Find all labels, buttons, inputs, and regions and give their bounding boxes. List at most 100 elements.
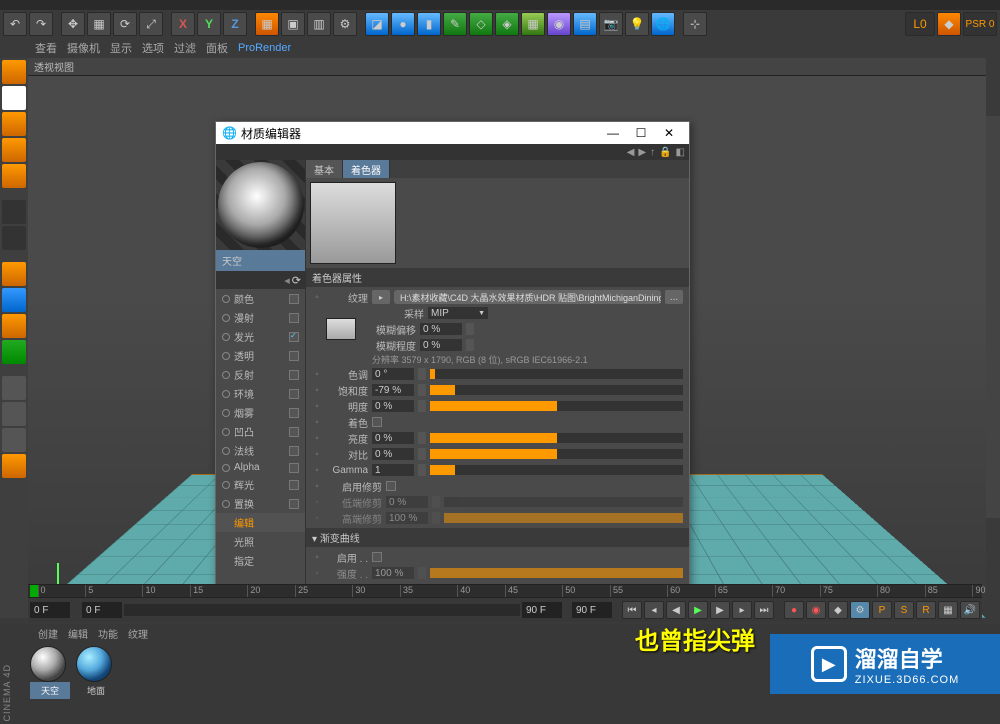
prev-key-button[interactable]: ◂ bbox=[644, 601, 664, 619]
channel-reflection[interactable]: 反射 bbox=[216, 365, 305, 384]
cube-icon[interactable]: ▦ bbox=[255, 12, 279, 36]
close-button[interactable]: ✕ bbox=[655, 123, 683, 143]
quantize-button[interactable] bbox=[2, 428, 26, 452]
hue-slider[interactable] bbox=[430, 369, 683, 379]
texture-menu-button[interactable]: ▸ bbox=[372, 290, 390, 304]
keyframe-button[interactable]: ◆ bbox=[828, 601, 848, 619]
render-view-button[interactable]: ▣ bbox=[281, 12, 305, 36]
sampling-dropdown[interactable]: MIP▼ bbox=[428, 307, 488, 319]
y-axis-toggle[interactable]: Y bbox=[197, 12, 221, 36]
texture-mode-button[interactable] bbox=[2, 86, 26, 110]
channel-luminance[interactable]: 发光 bbox=[216, 327, 305, 346]
next-frame-button[interactable]: ▶ bbox=[710, 601, 730, 619]
frame-end-field[interactable]: 90 F bbox=[572, 602, 612, 618]
goto-end-button[interactable]: ⏭ bbox=[754, 601, 774, 619]
tab-basic[interactable]: 基本 bbox=[306, 160, 343, 178]
texture-browse-button[interactable]: ... bbox=[665, 290, 683, 304]
uv-mode-button[interactable] bbox=[2, 340, 26, 364]
nav-pin-icon[interactable]: ◧ bbox=[676, 147, 685, 158]
primitive-sphere-button[interactable]: ● bbox=[391, 12, 415, 36]
render-settings-button[interactable]: ⚙ bbox=[333, 12, 357, 36]
nav-lock-icon[interactable]: 🔒 bbox=[659, 147, 671, 158]
gradient-curve-header[interactable]: ▾ 渐变曲线 bbox=[306, 528, 689, 547]
sat-field[interactable]: -79 % bbox=[372, 384, 414, 396]
light-slider[interactable] bbox=[430, 401, 683, 411]
nav-up-icon[interactable]: ↑ bbox=[650, 147, 655, 158]
soft-select-button[interactable] bbox=[2, 454, 26, 478]
camera-button[interactable]: 📷 bbox=[599, 12, 623, 36]
view-menu-filter[interactable]: 过滤 bbox=[174, 40, 196, 56]
channel-illumination[interactable]: 光照 bbox=[216, 532, 305, 551]
spinner[interactable] bbox=[466, 323, 474, 335]
move-tool[interactable]: ▦ bbox=[87, 12, 111, 36]
channel-fog[interactable]: 烟雾 bbox=[216, 403, 305, 422]
range-slider[interactable] bbox=[124, 604, 520, 616]
material-ground[interactable]: 地面 bbox=[76, 646, 116, 699]
mm-function[interactable]: 功能 bbox=[98, 626, 118, 641]
point-mode-button[interactable] bbox=[2, 262, 26, 286]
edge-mode-button[interactable] bbox=[2, 288, 26, 312]
minimize-button[interactable]: — bbox=[599, 123, 627, 143]
view-menu-display[interactable]: 显示 bbox=[110, 40, 132, 56]
texture-preview[interactable] bbox=[310, 182, 396, 264]
model-mode-button[interactable] bbox=[2, 60, 26, 84]
refresh-icon[interactable]: ⟳ bbox=[292, 274, 301, 287]
scale-tool[interactable]: ⤢ bbox=[139, 12, 163, 36]
deformer-button[interactable]: ◉ bbox=[547, 12, 571, 36]
nav-next-icon[interactable]: ▶ bbox=[638, 147, 646, 158]
primitive-cube-button[interactable]: ◪ bbox=[365, 12, 389, 36]
timeline-ruler[interactable]: 0 5 10 15 20 25 30 35 40 45 50 55 60 65 … bbox=[28, 584, 982, 598]
gamma-field[interactable]: 1 bbox=[372, 464, 414, 476]
view-menu-camera[interactable]: 摄像机 bbox=[67, 40, 100, 56]
key-p-button[interactable]: P bbox=[872, 601, 892, 619]
spinner[interactable] bbox=[466, 339, 474, 351]
channel-diffuse[interactable]: 漫射 bbox=[216, 308, 305, 327]
material-sky[interactable]: 天空 bbox=[30, 646, 70, 699]
redo-button[interactable]: ↷ bbox=[29, 12, 53, 36]
polygon-mode-button[interactable] bbox=[2, 314, 26, 338]
workplane-button[interactable] bbox=[2, 164, 26, 188]
render-region-button[interactable]: ▥ bbox=[307, 12, 331, 36]
key-s-button[interactable]: S bbox=[894, 601, 914, 619]
curve-enable-checkbox[interactable] bbox=[372, 552, 382, 562]
range-start-field[interactable]: 0 F bbox=[82, 602, 122, 618]
z-axis-toggle[interactable]: Z bbox=[223, 12, 247, 36]
channel-edit[interactable]: 编辑 bbox=[216, 513, 305, 532]
channel-alpha[interactable]: Alpha bbox=[216, 460, 305, 475]
layout-l0-button[interactable]: L0 bbox=[905, 12, 935, 36]
view-menu-look[interactable]: 查看 bbox=[35, 40, 57, 56]
record-button[interactable]: ● bbox=[784, 601, 804, 619]
key-misc-button[interactable]: ▦ bbox=[938, 601, 958, 619]
channel-bump[interactable]: 凹凸 bbox=[216, 422, 305, 441]
hue-field[interactable]: 0 ° bbox=[372, 368, 414, 380]
sound-button[interactable]: 🔊 bbox=[960, 601, 980, 619]
contrast-field[interactable]: 0 % bbox=[372, 448, 414, 460]
generator-subdiv-button[interactable]: ◈ bbox=[495, 12, 519, 36]
channel-environment[interactable]: 环境 bbox=[216, 384, 305, 403]
nav-prev-icon[interactable]: ◀ bbox=[627, 147, 635, 158]
material-preview-sphere[interactable] bbox=[218, 162, 304, 248]
contrast-slider[interactable] bbox=[430, 449, 683, 459]
view-menu-options[interactable]: 选项 bbox=[142, 40, 164, 56]
next-key-button[interactable]: ▸ bbox=[732, 601, 752, 619]
mm-create[interactable]: 创建 bbox=[38, 626, 58, 641]
undo-button[interactable]: ↶ bbox=[3, 12, 27, 36]
sky-button[interactable]: 🌐 bbox=[651, 12, 675, 36]
channel-glow[interactable]: 辉光 bbox=[216, 475, 305, 494]
frame-current-field[interactable]: 0 F bbox=[30, 602, 70, 618]
environment-button[interactable]: ▤ bbox=[573, 12, 597, 36]
key-r-button[interactable]: R bbox=[916, 601, 936, 619]
rotate-tool[interactable]: ⟳ bbox=[113, 12, 137, 36]
right-collapsed-panel[interactable] bbox=[986, 116, 1000, 518]
snap-button[interactable] bbox=[2, 402, 26, 426]
mm-edit[interactable]: 编辑 bbox=[68, 626, 88, 641]
bright-slider[interactable] bbox=[430, 433, 683, 443]
channel-displace[interactable]: 置换 bbox=[216, 494, 305, 513]
spline-pen-button[interactable]: ✎ bbox=[443, 12, 467, 36]
maximize-button[interactable]: ☐ bbox=[627, 123, 655, 143]
view-menu-prorender[interactable]: ProRender bbox=[238, 42, 291, 54]
generator-nurbs-button[interactable]: ◇ bbox=[469, 12, 493, 36]
play-button[interactable]: ▶ bbox=[688, 601, 708, 619]
key-options-button[interactable]: ⚙ bbox=[850, 601, 870, 619]
channel-transparency[interactable]: 透明 bbox=[216, 346, 305, 365]
